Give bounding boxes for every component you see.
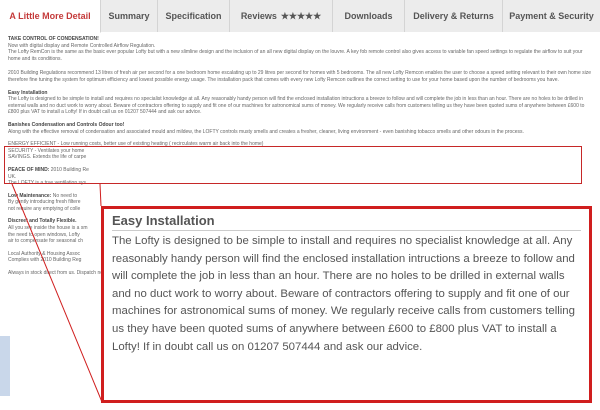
- side-scroll-tab[interactable]: [0, 336, 10, 396]
- connector-line-diagonal: [11, 183, 103, 403]
- zoom-callout: Easy Installation The Lofty is designed …: [101, 206, 592, 403]
- zoom-divider: [112, 230, 581, 231]
- zoom-body: The Lofty is designed to be simple to in…: [112, 235, 575, 353]
- connector-line-left: [99, 183, 102, 207]
- zoom-title: Easy Installation: [112, 213, 215, 228]
